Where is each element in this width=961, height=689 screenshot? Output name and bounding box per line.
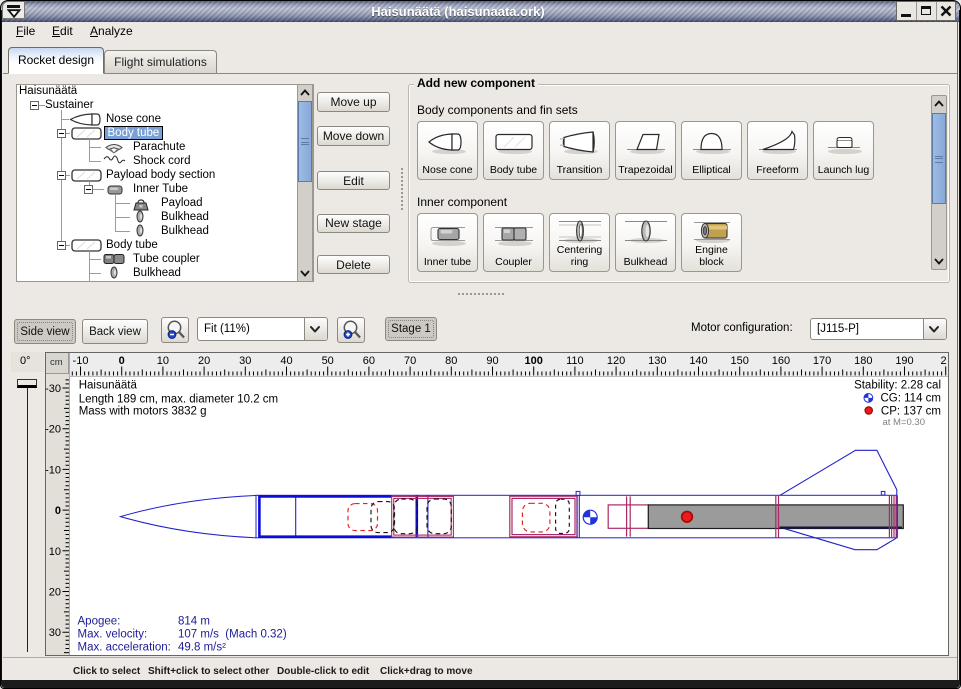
svg-text:CP: 137 cm: CP: 137 cm	[881, 406, 941, 418]
svg-text:Length 189 cm, max. diameter 1: Length 189 cm, max. diameter 10.2 cm	[79, 394, 278, 406]
svg-text:-20: -20	[45, 424, 61, 436]
svg-text:Mass with motors 3832 g: Mass with motors 3832 g	[79, 406, 207, 418]
svg-text:at M=0.30: at M=0.30	[882, 417, 925, 428]
svg-text:40: 40	[280, 355, 292, 367]
svg-text:170: 170	[813, 355, 831, 367]
svg-text:-10: -10	[45, 464, 61, 476]
svg-text:107 m/s (Mach 0.32): 107 m/s (Mach 0.32)	[178, 629, 287, 641]
svg-text:Haisunäätä: Haisunäätä	[79, 380, 138, 392]
svg-text:49.8 m/s²: 49.8 m/s²	[178, 642, 226, 654]
svg-text:190: 190	[895, 355, 913, 367]
svg-text:90: 90	[486, 355, 498, 367]
svg-text:80: 80	[445, 355, 457, 367]
svg-text:-30: -30	[45, 383, 61, 395]
svg-text:0: 0	[119, 355, 125, 367]
svg-text:0: 0	[55, 505, 61, 517]
svg-text:150: 150	[731, 355, 749, 367]
svg-text:Max. acceleration:: Max. acceleration:	[78, 642, 171, 654]
svg-text:Apogee:: Apogee:	[78, 616, 121, 628]
svg-text:20: 20	[49, 587, 61, 599]
svg-text:120: 120	[607, 355, 625, 367]
svg-text:10: 10	[157, 355, 169, 367]
svg-text:814 m: 814 m	[178, 616, 210, 628]
svg-text:160: 160	[772, 355, 790, 367]
svg-text:100: 100	[525, 355, 543, 367]
svg-text:10: 10	[49, 546, 61, 558]
svg-text:130: 130	[648, 355, 666, 367]
svg-text:50: 50	[322, 355, 334, 367]
svg-text:Max. velocity:: Max. velocity:	[78, 629, 148, 641]
svg-text:180: 180	[854, 355, 872, 367]
svg-text:Stability: 2.28 cal: Stability: 2.28 cal	[854, 380, 941, 392]
svg-text:2: 2	[940, 355, 946, 367]
svg-text:70: 70	[404, 355, 416, 367]
svg-text:110: 110	[566, 355, 584, 367]
svg-text:20: 20	[198, 355, 210, 367]
svg-text:140: 140	[689, 355, 707, 367]
svg-text:-10: -10	[73, 355, 89, 367]
svg-text:30: 30	[239, 355, 251, 367]
svg-text:CG: 114 cm: CG: 114 cm	[881, 393, 942, 405]
svg-text:60: 60	[363, 355, 375, 367]
svg-text:30: 30	[49, 627, 61, 639]
